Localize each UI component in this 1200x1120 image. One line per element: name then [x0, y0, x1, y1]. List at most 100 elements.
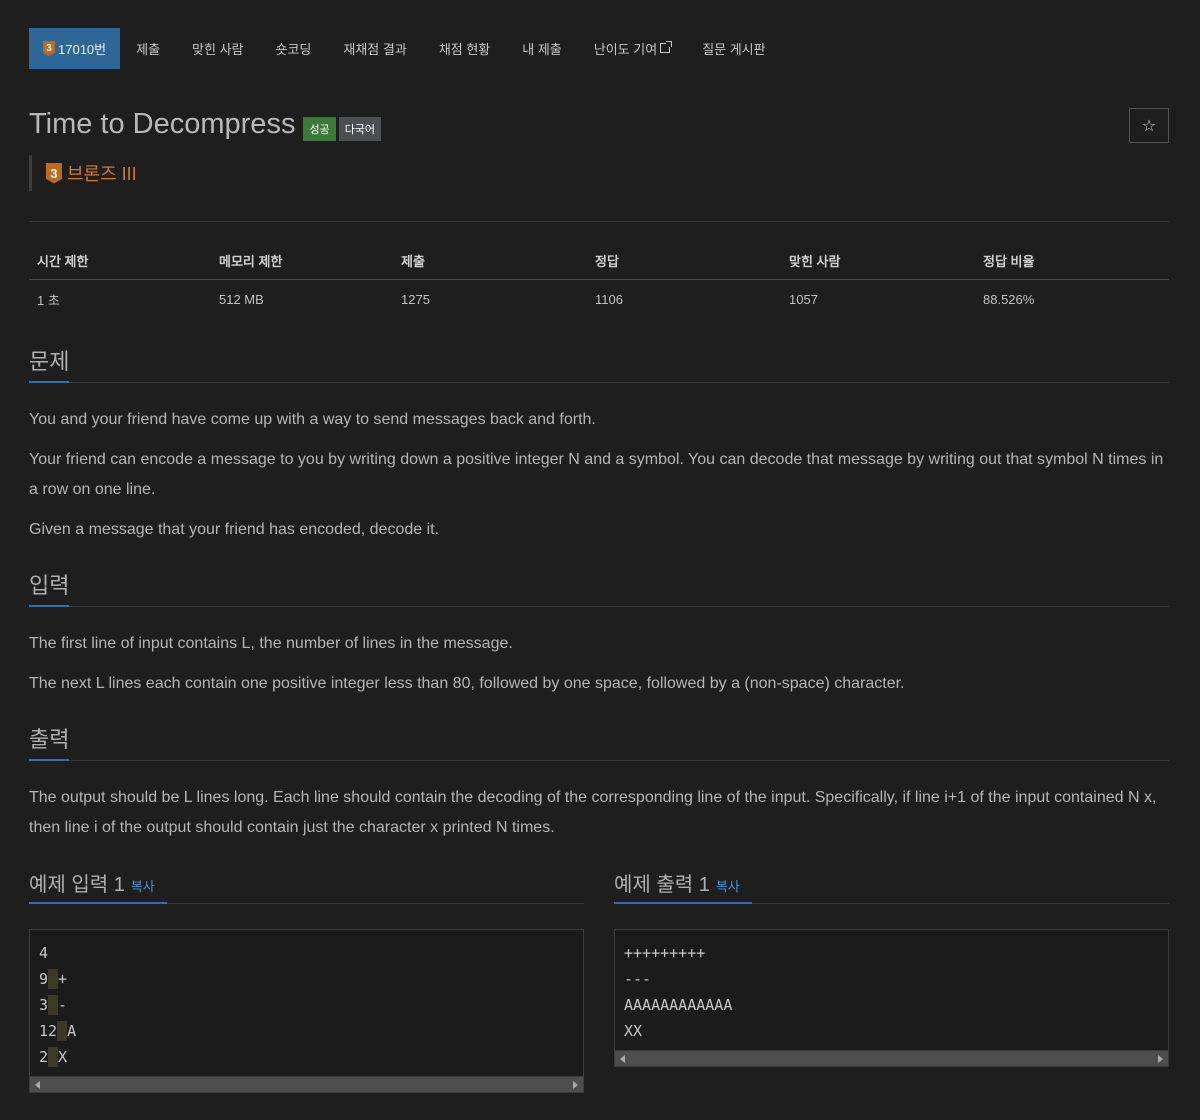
problem-description-section: 문제 You and your friend have come up with…: [29, 344, 1169, 555]
nav-label: 맞힌 사람: [192, 42, 244, 57]
tier-name: 브론즈 III: [67, 164, 137, 184]
nav-short-coding[interactable]: 숏코딩: [260, 28, 328, 69]
horizontal-scrollbar[interactable]: [30, 1076, 583, 1092]
section-body: You and your friend have come up with a …: [29, 405, 1169, 545]
section-heading-text: 문제: [29, 349, 70, 374]
section-heading: 입력: [29, 568, 1169, 607]
problem-title-row: Time to Decompress 성공 다국어: [29, 108, 384, 141]
nav-label: 재채점 결과: [343, 42, 407, 57]
heading-underline: [29, 759, 69, 761]
section-body: The first line of input contains L, the …: [29, 629, 1169, 699]
favorite-star-button[interactable]: ☆: [1129, 108, 1169, 143]
header-accepted: 정답: [587, 242, 781, 280]
sample-line: 2X: [39, 1044, 574, 1070]
sample-heading-text: 예제 입력 1: [29, 874, 125, 896]
whitespace-marker: [57, 1020, 68, 1041]
sample-output-lines: +++++++++ --- AAAAAAAAAAAA XX: [615, 930, 1168, 1050]
sample-line: 4: [39, 940, 574, 966]
sample-heading: 예제 출력 1 복사: [614, 868, 1169, 904]
sample-line: 12 A: [39, 1018, 574, 1044]
section-heading-text: 입력: [29, 573, 70, 598]
sample-line: XX: [624, 1022, 643, 1040]
nav-label: 숏코딩: [275, 42, 312, 57]
nav-rejudge-results[interactable]: 재채점 결과: [327, 28, 422, 69]
output-section: 출력 The output should be L lines long. Ea…: [29, 722, 1169, 853]
scroll-right-arrow-icon[interactable]: [1158, 1055, 1163, 1063]
copy-sample-output-button[interactable]: 복사: [716, 879, 740, 894]
nav-label: 제출: [136, 42, 161, 57]
input-section: 입력 The first line of input contains L, t…: [29, 568, 1169, 709]
success-badge: 성공: [303, 116, 336, 141]
sample-line: ---: [624, 970, 652, 988]
time-limit-value: 1 초: [37, 293, 60, 308]
star-icon: ☆: [1141, 117, 1157, 135]
problem-nav: 3 17010번 제출 맞힌 사람 숏코딩 재채점 결과 채점 현황 내 제출 …: [29, 28, 782, 69]
paragraph: The output should be L lines long. Each …: [29, 789, 1157, 836]
sample-line: +++++++++: [624, 944, 706, 962]
header-accept-ratio: 정답 비율: [975, 242, 1169, 280]
scroll-right-arrow-icon[interactable]: [573, 1081, 578, 1089]
nav-question-board[interactable]: 질문 게시판: [686, 28, 781, 69]
header-time-limit: 시간 제한: [29, 242, 211, 280]
nav-label: 17010번: [58, 42, 107, 57]
memory-limit-value: 512 MB: [219, 292, 264, 307]
problem-info-table: 시간 제한 메모리 제한 제출 정답 맞힌 사람 정답 비율 1 초 512 M…: [29, 242, 1169, 319]
sample-token: -: [58, 996, 68, 1014]
problem-title: Time to Decompress: [29, 108, 296, 140]
submissions-value: 1275: [401, 292, 430, 307]
nav-label: 채점 현황: [438, 42, 491, 57]
nav-problem-number[interactable]: 3 17010번: [29, 28, 121, 69]
header-memory-limit: 메모리 제한: [211, 242, 393, 280]
sample-token: 4: [39, 944, 49, 962]
sample-input-lines: 4 9 +3-12 A 2 X: [30, 930, 583, 1076]
header-submissions: 제출: [393, 242, 587, 280]
paragraph: Your friend can encode a message to you …: [29, 451, 1164, 498]
sample-line: 9 +: [39, 966, 574, 992]
paragraph: Given a message that your friend has enc…: [29, 521, 440, 538]
sample-output-block: 예제 출력 1 복사 +++++++++ --- AAAAAAAAAAAA XX: [614, 868, 1169, 1067]
nav-judge-status[interactable]: 채점 현황: [423, 28, 506, 69]
sample-token: 9: [39, 970, 49, 988]
sample-line: 3-: [39, 992, 574, 1018]
divider: [29, 221, 1169, 222]
sample-line: AAAAAAAAAAAA: [624, 996, 733, 1014]
sample-token: 3: [39, 996, 49, 1014]
heading-underline: [29, 605, 69, 607]
nav-label: 질문 게시판: [702, 42, 766, 57]
sample-token: A: [67, 1022, 77, 1040]
accepted-value: 1106: [595, 292, 623, 307]
sample-token: 2: [39, 1048, 49, 1066]
sample-input-box[interactable]: 4 9 +3-12 A 2 X: [29, 929, 584, 1093]
paragraph: The next L lines each contain one positi…: [29, 675, 905, 692]
section-body: The output should be L lines long. Each …: [29, 783, 1169, 843]
bronze-tier-icon: 3: [46, 162, 62, 184]
sample-output-box[interactable]: +++++++++ --- AAAAAAAAAAAA XX: [614, 929, 1169, 1067]
language-badge: 다국어: [338, 116, 382, 141]
heading-underline: [29, 381, 69, 383]
problem-tier: 3 브론즈 III: [29, 155, 137, 191]
nav-label: 난이도 기여: [593, 42, 658, 57]
whitespace-marker: [48, 1046, 59, 1067]
external-link-icon: [660, 40, 673, 53]
paragraph: You and your friend have come up with a …: [29, 411, 596, 428]
sample-token: 12: [39, 1022, 58, 1040]
whitespace-marker: [48, 994, 59, 1015]
scroll-left-arrow-icon[interactable]: [620, 1055, 625, 1063]
section-heading-text: 출력: [29, 727, 70, 752]
horizontal-scrollbar[interactable]: [615, 1050, 1168, 1066]
nav-solved-users[interactable]: 맞힌 사람: [176, 28, 259, 69]
section-heading: 문제: [29, 344, 1169, 383]
whitespace-marker: [48, 968, 59, 989]
bronze-tier-icon: 3: [43, 41, 55, 56]
header-solved-users: 맞힌 사람: [781, 242, 975, 280]
sample-heading-text: 예제 출력 1: [614, 874, 710, 896]
sample-token: +: [58, 970, 68, 988]
nav-submit[interactable]: 제출: [120, 28, 176, 69]
sample-token: X: [58, 1048, 68, 1066]
nav-difficulty-contribution[interactable]: 난이도 기여: [578, 28, 686, 69]
copy-sample-input-button[interactable]: 복사: [131, 879, 155, 894]
nav-my-submissions[interactable]: 내 제출: [506, 28, 578, 69]
solved-users-value: 1057: [789, 292, 818, 307]
section-heading: 출력: [29, 722, 1169, 761]
scroll-left-arrow-icon[interactable]: [35, 1081, 40, 1089]
